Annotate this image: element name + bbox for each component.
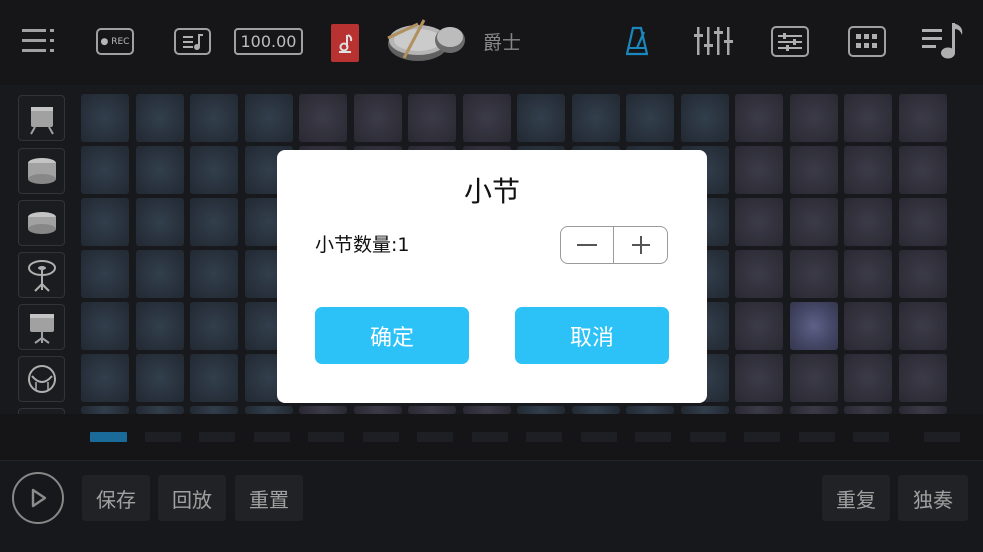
app-root: ● REC 100.00 爵士 保存 回放 重置 重复 独奏 小节 小节数量:1… [0, 0, 983, 552]
minus-icon [577, 244, 597, 246]
bars-dialog: 小节 小节数量:1 确定 取消 [277, 150, 707, 403]
dialog-title: 小节 [463, 175, 520, 208]
plus-icon [631, 236, 650, 254]
confirm-button[interactable]: 确定 [315, 307, 469, 364]
cancel-button[interactable]: 取消 [515, 307, 669, 364]
increment-button[interactable] [614, 227, 667, 263]
decrement-button[interactable] [561, 227, 615, 263]
bar-count-stepper [560, 226, 668, 264]
bar-count-label: 小节数量:1 [315, 234, 410, 256]
